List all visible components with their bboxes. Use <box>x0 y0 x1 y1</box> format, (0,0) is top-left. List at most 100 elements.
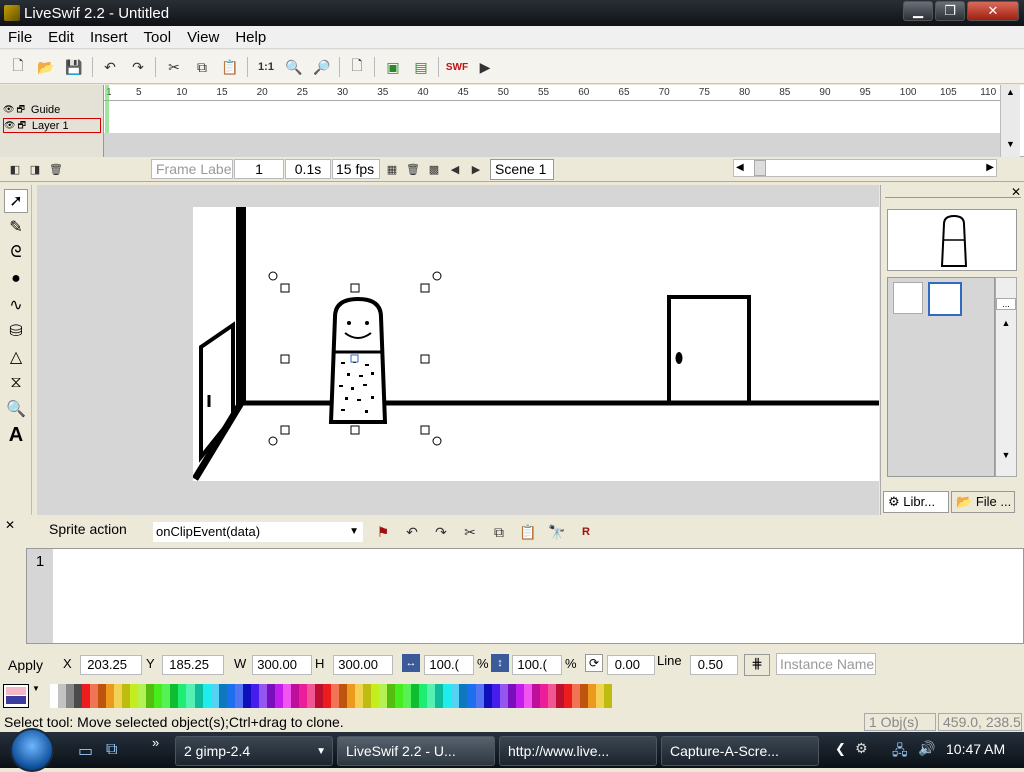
event-select[interactable]: onClipEvent(data) ▼ <box>153 522 363 542</box>
stage-area[interactable] <box>37 185 879 515</box>
add-layer-icon[interactable]: ◧ <box>4 158 26 180</box>
zoom-tool-icon[interactable]: 🔍 <box>4 397 28 421</box>
eye-icon[interactable]: 👁 <box>3 104 14 115</box>
frame-ruler[interactable]: 1510152025303540455055606570758085909510… <box>104 85 1000 101</box>
playhead[interactable] <box>105 85 109 133</box>
color-dropdown-icon[interactable]: ▼ <box>32 684 40 693</box>
task-gimp[interactable]: 2 gimp-2.4 ▼ <box>175 736 333 766</box>
drawing[interactable] <box>192 207 879 481</box>
play-icon[interactable]: ▶ <box>474 56 496 78</box>
scale-x-icon[interactable]: ↔ <box>402 654 420 672</box>
bezier-icon[interactable]: ᘓ <box>4 241 28 265</box>
scale-y-icon[interactable]: ↕ <box>491 654 509 672</box>
action-redo-icon[interactable]: ↷ <box>430 521 452 543</box>
menu-edit[interactable]: Edit <box>40 29 82 46</box>
action-replace-icon[interactable]: R <box>575 521 597 543</box>
tray-app-icon[interactable]: ⚙ <box>855 740 868 757</box>
lock-icon[interactable]: 🗗 <box>17 118 25 134</box>
transform-icon[interactable]: ⧖ <box>4 371 28 395</box>
height-field[interactable]: 300.00 <box>333 655 393 675</box>
menu-help[interactable]: Help <box>227 29 274 46</box>
library-options-button[interactable]: ... <box>996 298 1016 310</box>
tab-library[interactable]: ⚙ Libr... <box>883 491 949 513</box>
insert-frame-icon[interactable]: ▦ <box>381 158 403 180</box>
timeline-scrollbar[interactable]: ▲ ▼ <box>1000 85 1020 157</box>
start-button[interactable] <box>10 728 54 772</box>
zoom-in-icon[interactable]: 🔍 <box>283 56 305 78</box>
select-arrow-icon[interactable]: ➚ <box>4 189 28 213</box>
cut-icon[interactable]: ✂ <box>163 56 185 78</box>
undo-icon[interactable]: ↶ <box>99 56 121 78</box>
paint-bucket-icon[interactable]: ⛁ <box>4 319 28 343</box>
menu-insert[interactable]: Insert <box>82 29 136 46</box>
task-capture[interactable]: Capture-A-Scre... <box>661 736 819 766</box>
switch-windows-icon[interactable]: ⧉ <box>106 741 117 759</box>
palette-swatches[interactable] <box>50 684 613 708</box>
actual-size-button[interactable]: 1:1 <box>254 56 278 78</box>
y-field[interactable]: 185.25 <box>162 655 224 675</box>
library-scrollbar[interactable]: ... ▲ ▼ <box>995 277 1017 477</box>
line-style-icon[interactable]: ⋕ <box>744 654 770 676</box>
add-guide-icon[interactable]: ◨ <box>24 158 46 180</box>
library-item[interactable] <box>893 282 923 314</box>
layer-1[interactable]: 👁 🗗 Layer 1 <box>3 118 101 133</box>
fill-color-swatch[interactable] <box>3 684 29 708</box>
pencil-icon[interactable]: ✎ <box>4 215 28 239</box>
instance-name-input[interactable]: Instance Name <box>776 653 876 675</box>
task-browser[interactable]: http://www.live... <box>499 736 657 766</box>
layer1-frames[interactable] <box>104 118 1000 133</box>
menu-file[interactable]: File <box>0 29 40 46</box>
network-icon[interactable]: 🖧 <box>892 740 908 764</box>
prev-scene-icon[interactable]: ◀ <box>444 158 466 180</box>
rotate-icon[interactable]: ⟳ <box>585 654 603 672</box>
frame-label-input[interactable]: Frame Labe <box>151 159 233 179</box>
zoom-out-icon[interactable]: 🔎 <box>311 56 333 78</box>
stage-canvas[interactable] <box>192 207 879 481</box>
x-field[interactable]: 203.25 <box>80 655 142 675</box>
eye-icon[interactable]: 👁 <box>4 120 15 131</box>
action-cut-icon[interactable]: ✂ <box>459 521 481 543</box>
maximize-button[interactable]: ❐ <box>935 1 965 21</box>
delete-layer-icon[interactable]: 🗑 <box>45 158 67 180</box>
volume-icon[interactable]: 🔊 <box>918 740 935 757</box>
action-wizard-icon[interactable]: ⚑ <box>372 521 394 543</box>
next-scene-icon[interactable]: ▶ <box>465 158 487 180</box>
new-file-icon[interactable]: 🗋 <box>7 56 29 78</box>
close-button[interactable]: ✕ <box>967 1 1019 21</box>
minimize-button[interactable]: ▁ <box>903 1 933 21</box>
task-liveswif[interactable]: LiveSwif 2.2 - U... <box>337 736 495 766</box>
tab-file[interactable]: 📂 File ... <box>951 491 1015 513</box>
show-desktop-icon[interactable]: ▭ <box>78 741 93 761</box>
text-tool-icon[interactable]: A <box>4 423 28 447</box>
fps-field[interactable]: 15 fps <box>332 159 380 179</box>
line-width-field[interactable]: 0.50 <box>690 655 738 675</box>
save-icon[interactable]: 💾 <box>63 56 85 78</box>
export-image-icon[interactable]: ▤ <box>410 56 432 78</box>
export-movie-icon[interactable]: ▣ <box>382 56 404 78</box>
clock[interactable]: 10:47 AM <box>946 741 1005 757</box>
color-swatch[interactable] <box>603 684 613 708</box>
export-swf-icon[interactable]: SWF <box>446 56 468 78</box>
scene-scrollbar[interactable]: ◀ ▶ <box>733 159 997 177</box>
scale-x-field[interactable]: 100.( <box>424 655 474 675</box>
open-folder-icon[interactable]: 📂 <box>35 56 57 78</box>
menu-view[interactable]: View <box>179 29 227 46</box>
guide-frames[interactable] <box>104 102 1000 117</box>
delete-frame-icon[interactable]: 🗑 <box>402 158 424 180</box>
apply-button[interactable]: Apply <box>8 657 43 673</box>
paste-icon[interactable]: 📋 <box>219 56 241 78</box>
library-item-selected[interactable] <box>928 282 962 316</box>
action-undo-icon[interactable]: ↶ <box>401 521 423 543</box>
document-icon[interactable]: 🗋 <box>346 56 368 78</box>
scale-y-field[interactable]: 100.( <box>512 655 562 675</box>
action-find-icon[interactable]: 🔭 <box>546 521 568 543</box>
rotation-field[interactable]: 0.00 <box>607 655 655 675</box>
width-field[interactable]: 300.00 <box>252 655 312 675</box>
tray-expand-icon[interactable]: ❮ <box>835 741 846 757</box>
action-paste-icon[interactable]: 📋 <box>517 521 539 543</box>
ellipse-icon[interactable]: ● <box>4 267 28 291</box>
layer-guide[interactable]: 👁 🗗 Guide <box>3 102 101 117</box>
freehand-icon[interactable]: ∿ <box>4 293 28 317</box>
menu-tool[interactable]: Tool <box>136 29 180 46</box>
gradient-icon[interactable]: △ <box>4 345 28 369</box>
